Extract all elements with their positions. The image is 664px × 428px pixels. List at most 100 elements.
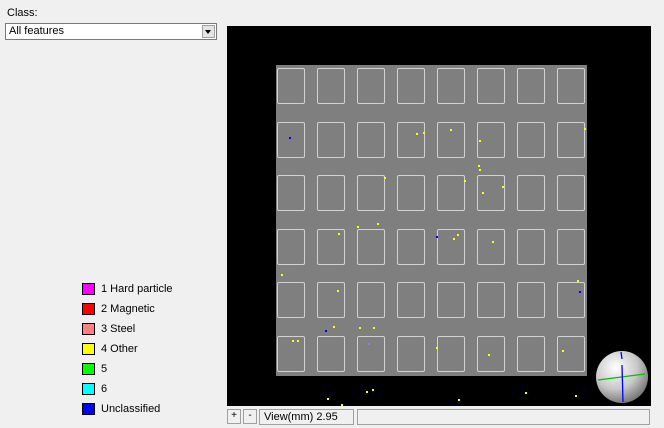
- feature-marker[interactable]: [436, 347, 438, 349]
- zoom-out-button[interactable]: -: [243, 409, 257, 424]
- feature-marker[interactable]: [292, 340, 294, 342]
- sample-cell: [277, 175, 305, 211]
- legend-label: 1 Hard particle: [101, 283, 173, 295]
- sample-cell: [357, 175, 385, 211]
- sample-cell: [277, 121, 305, 158]
- feature-marker[interactable]: [289, 137, 291, 139]
- feature-marker[interactable]: [464, 180, 466, 182]
- sample-cell: [477, 121, 505, 158]
- feature-marker[interactable]: [579, 291, 581, 293]
- class-label: Class:: [7, 7, 38, 19]
- feature-marker[interactable]: [488, 354, 490, 356]
- sample-cell: [517, 175, 545, 211]
- sample-cell: [277, 68, 305, 104]
- view-size-display: View(mm) 2.95: [259, 409, 354, 425]
- legend-swatch: [82, 363, 95, 375]
- class-select[interactable]: All features: [5, 23, 217, 40]
- feature-marker[interactable]: [297, 340, 299, 342]
- chevron-down-icon[interactable]: [202, 25, 215, 38]
- feature-marker[interactable]: [338, 233, 340, 235]
- feature-marker[interactable]: [457, 234, 459, 236]
- feature-marker[interactable]: [492, 241, 494, 243]
- sample-cell: [277, 282, 305, 318]
- sample-cell: [477, 68, 505, 104]
- feature-marker[interactable]: [357, 226, 359, 228]
- sample-cell: [517, 228, 545, 265]
- feature-marker[interactable]: [450, 129, 452, 131]
- feature-marker[interactable]: [478, 165, 480, 167]
- feature-marker[interactable]: [423, 132, 425, 134]
- sample-cell: [397, 68, 425, 104]
- sample-viewport[interactable]: [227, 26, 651, 412]
- sample-cell: [317, 68, 345, 104]
- feature-marker[interactable]: [281, 274, 283, 276]
- legend-swatch: [82, 403, 95, 415]
- feature-marker[interactable]: [341, 404, 343, 406]
- sample-cell: [317, 175, 345, 211]
- feature-marker[interactable]: [562, 350, 564, 352]
- zoom-in-button[interactable]: +: [227, 409, 241, 424]
- feature-marker[interactable]: [458, 399, 460, 401]
- feature-marker[interactable]: [333, 326, 335, 328]
- sample-cell: [517, 68, 545, 104]
- legend-label: 5: [101, 363, 108, 375]
- feature-marker[interactable]: [337, 290, 339, 292]
- feature-marker[interactable]: [359, 327, 361, 329]
- feature-marker[interactable]: [479, 140, 481, 142]
- legend-swatch: [82, 303, 95, 315]
- sample-cell: [317, 335, 345, 372]
- sample-cell: [317, 121, 345, 158]
- feature-marker[interactable]: [325, 330, 327, 332]
- legend-swatch: [82, 383, 95, 395]
- class-select-value: All features: [9, 25, 65, 37]
- view-size-label: View(mm) 2.95: [264, 411, 338, 423]
- feature-marker[interactable]: [482, 192, 484, 194]
- feature-marker[interactable]: [479, 169, 481, 171]
- sample-cell: [317, 228, 345, 265]
- feature-marker[interactable]: [453, 238, 455, 240]
- sample-cell: [357, 335, 385, 372]
- sample-cell: [277, 228, 305, 265]
- feature-marker[interactable]: [372, 389, 374, 391]
- sample-cell: [477, 335, 505, 372]
- legend-label: 4 Other: [101, 343, 138, 355]
- feature-marker[interactable]: [584, 128, 586, 130]
- sample-cell: [437, 175, 465, 211]
- legend-swatch: [82, 323, 95, 335]
- legend-label: 3 Steel: [101, 323, 136, 335]
- sample-cell: [357, 68, 385, 104]
- feature-marker[interactable]: [525, 392, 527, 394]
- sample-cell: [437, 282, 465, 318]
- sample-cell: [477, 282, 505, 318]
- sample-cell: [557, 335, 585, 372]
- feature-marker[interactable]: [502, 186, 504, 188]
- sample-cell: [357, 121, 385, 158]
- sample-cell: [397, 335, 425, 372]
- feature-marker[interactable]: [327, 398, 329, 400]
- sample-cell: [437, 68, 465, 104]
- sample-cell: [477, 228, 505, 265]
- feature-marker[interactable]: [575, 395, 577, 397]
- feature-marker[interactable]: [373, 327, 375, 329]
- sample-plate: [276, 65, 587, 412]
- status-field: [357, 409, 650, 425]
- sample-cell: [397, 282, 425, 318]
- sample-cell: [397, 228, 425, 265]
- feature-marker[interactable]: [416, 133, 418, 135]
- feature-marker[interactable]: [377, 223, 379, 225]
- feature-marker[interactable]: [577, 280, 579, 282]
- orientation-sphere-icon[interactable]: [595, 349, 651, 406]
- sample-cell: [557, 68, 585, 104]
- feature-marker[interactable]: [436, 236, 438, 238]
- sample-cell: [357, 282, 385, 318]
- feature-marker[interactable]: [384, 177, 386, 179]
- legend-swatch: [82, 343, 95, 355]
- legend-label: Unclassified: [101, 403, 161, 415]
- legend-label: 6: [101, 383, 108, 395]
- feature-marker[interactable]: [368, 343, 370, 345]
- sample-cell: [317, 282, 345, 318]
- feature-marker[interactable]: [366, 391, 368, 393]
- sample-cell: [557, 282, 585, 318]
- legend-label: 2 Magnetic: [101, 303, 155, 315]
- sample-cell: [557, 228, 585, 265]
